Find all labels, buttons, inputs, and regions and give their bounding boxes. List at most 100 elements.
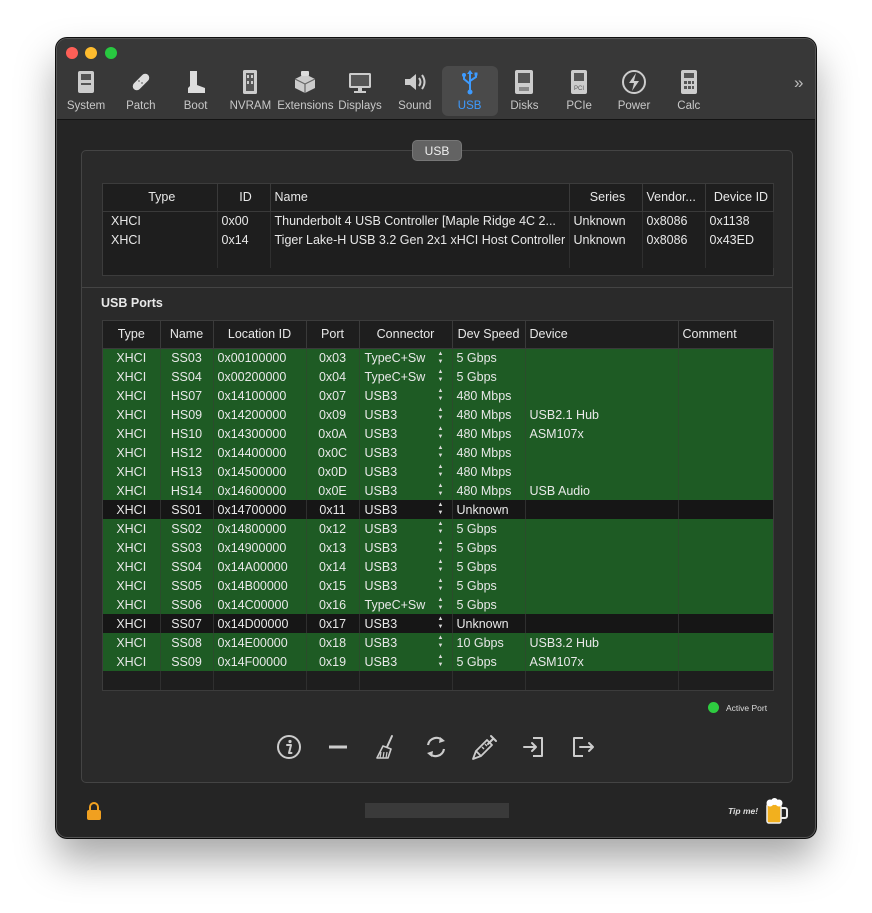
panel-tab-usb: USB [412,140,462,161]
controllers-column-header[interactable]: Series [569,184,643,212]
controllers-column-header[interactable]: Vendor... [642,184,706,212]
toolbar-item-extensions[interactable]: Extensions [277,66,333,116]
controllers-column-header[interactable]: Device ID [705,184,774,212]
connector-select[interactable]: USB3 ▲ ▼ [359,386,453,405]
controllers-column-header[interactable]: Type [103,184,218,212]
ports-column-header[interactable]: Comment [678,321,773,349]
port-device-cell [525,538,679,557]
connector-select[interactable]: TypeC+Sw ▲ ▼ [359,595,453,614]
connector-select[interactable]: USB3 ▲ ▼ [359,405,453,424]
refresh-button[interactable] [422,733,450,761]
usb-port-row[interactable]: XHCI SS09 0x14F00000 0x19 USB3 ▲ ▼ 5 Gbps ASM107… [103,652,773,671]
usb-port-row[interactable]: XHCI SS07 0x14D00000 0x17 USB3 ▲ ▼ Unknown [103,614,773,633]
connector-select[interactable]: USB3 ▲ ▼ [359,424,453,443]
inject-button[interactable] [471,733,499,761]
connector-select[interactable]: USB3 ▲ ▼ [359,614,453,633]
info-button[interactable] [275,733,303,761]
controllers-column-header[interactable]: ID [217,184,271,212]
close-window-button[interactable] [66,47,78,59]
connector-select[interactable]: TypeC+Sw ▲ ▼ [359,348,453,367]
usb-port-row[interactable]: XHCI SS03 0x00100000 0x03 TypeC+Sw ▲ ▼ 5 Gbps [103,348,773,367]
usb-port-row[interactable]: XHCI HS12 0x14400000 0x0C USB3 ▲ ▼ 480 Mbps [103,443,773,462]
toolbar-item-sound[interactable]: Sound [387,66,443,116]
usb-port-row[interactable]: XHCI SS05 0x14B00000 0x15 USB3 ▲ ▼ 5 Gbps [103,576,773,595]
connector-select[interactable]: USB3 ▲ ▼ [359,519,453,538]
zoom-window-button[interactable] [105,47,117,59]
port-comment-cell [678,386,773,405]
import-button[interactable] [520,733,548,761]
toolbar-item-system[interactable]: System [58,66,114,116]
connector-select[interactable]: TypeC+Sw ▲ ▼ [359,367,453,386]
port-device-cell [525,367,679,386]
usb-port-row[interactable]: XHCI SS04 0x14A00000 0x14 USB3 ▲ ▼ 5 Gbps [103,557,773,576]
usb-port-row[interactable]: XHCI HS10 0x14300000 0x0A USB3 ▲ ▼ 480 Mbps ASM1… [103,424,773,443]
port-speed-cell: 480 Mbps [452,462,526,481]
broom-icon [376,735,393,759]
usb-port-row[interactable]: XHCI HS07 0x14100000 0x07 USB3 ▲ ▼ 480 Mbps [103,386,773,405]
toolbar-item-usb[interactable]: USB [441,66,498,116]
ports-column-header[interactable]: Device [525,321,679,349]
connector-select[interactable]: USB3 ▲ ▼ [359,443,453,462]
connector-select[interactable]: USB3 ▲ ▼ [359,576,453,595]
connector-select[interactable]: USB3 ▲ ▼ [359,633,453,652]
port-type-cell: XHCI [103,443,161,462]
ports-column-header[interactable]: Location ID [213,321,307,349]
toolbar-item-displays[interactable]: Displays [332,66,388,116]
usb-port-row[interactable]: XHCI SS08 0x14E00000 0x18 USB3 ▲ ▼ 10 Gbps USB3.… [103,633,773,652]
connector-select[interactable]: USB3 ▲ ▼ [359,500,453,519]
toolbar-item-disks[interactable]: Disks [496,66,552,116]
toolbar-item-power[interactable]: Power [606,66,662,116]
empty-cell [103,249,218,268]
tip-me-label[interactable]: Tip me! [728,806,758,816]
ports-column-header[interactable]: Type [103,321,161,349]
remove-button[interactable] [324,733,352,761]
port-comment-cell [678,348,773,367]
pcie-icon: PCI [565,68,593,96]
ports-column-header[interactable]: Port [306,321,360,349]
port-name-cell: HS07 [160,386,214,405]
connector-select[interactable]: USB3 ▲ ▼ [359,538,453,557]
ports-column-header[interactable]: Name [160,321,214,349]
controllers-column-header[interactable]: Name [270,184,570,212]
usb-port-row[interactable]: XHCI HS13 0x14500000 0x0D USB3 ▲ ▼ 480 Mbps [103,462,773,481]
port-location-cell: 0x14E00000 [213,633,307,652]
toolbar-item-calc[interactable]: Calc [661,66,717,116]
chevron-updown-icon: ▲ ▼ [437,369,444,383]
usb-port-row[interactable]: XHCI HS14 0x14600000 0x0E USB3 ▲ ▼ 480 Mbps USB … [103,481,773,500]
usb-port-row[interactable]: XHCI SS02 0x14800000 0x12 USB3 ▲ ▼ 5 Gbps [103,519,773,538]
toolbar-overflow-chevron-icon[interactable]: » [794,73,803,93]
port-location-cell: 0x14F00000 [213,652,307,671]
minimize-window-button[interactable] [85,47,97,59]
port-device-cell: USB Audio [525,481,679,500]
port-type-cell: XHCI [103,557,161,576]
beer-mug-icon[interactable] [765,797,789,825]
port-port-cell: 0x15 [306,576,360,595]
toolbar-item-nvram[interactable]: NVRAM [222,66,278,116]
connector-select[interactable]: USB3 ▲ ▼ [359,557,453,576]
connector-select[interactable]: USB3 ▲ ▼ [359,481,453,500]
toolbar-item-patch[interactable]: Patch [113,66,169,116]
clear-button[interactable] [373,733,401,761]
usb-port-row[interactable]: XHCI SS04 0x00200000 0x04 TypeC+Sw ▲ ▼ 5 Gbps [103,367,773,386]
chevron-updown-icon: ▲ ▼ [437,521,444,535]
controller-cell: Thunderbolt 4 USB Controller [Maple Ridg… [270,211,570,230]
connector-select[interactable]: USB3 ▲ ▼ [359,462,453,481]
usb-port-row[interactable]: XHCI SS03 0x14900000 0x13 USB3 ▲ ▼ 5 Gbps [103,538,773,557]
port-port-cell: 0x16 [306,595,360,614]
port-comment-cell [678,367,773,386]
connector-select[interactable]: USB3 ▲ ▼ [359,652,453,671]
controller-row[interactable]: XHCI 0x00 Thunderbolt 4 USB Controller [Ma… [103,211,774,230]
toolbar-item-pcie[interactable]: PCI PCIe [551,66,607,116]
toolbar-item-boot[interactable]: Boot [168,66,224,116]
toolbar-item-label: Disks [510,100,539,112]
port-location-cell: 0x14300000 [213,424,307,443]
ports-column-header[interactable]: Dev Speed [452,321,526,349]
empty-cell [359,671,453,690]
usb-port-row[interactable]: XHCI SS06 0x14C00000 0x16 TypeC+Sw ▲ ▼ 5 Gbps [103,595,773,614]
lock-icon[interactable] [86,801,102,821]
controller-row[interactable]: XHCI 0x14 Tiger Lake-H USB 3.2 Gen 2x1 xHC… [103,230,774,249]
export-button[interactable] [569,733,597,761]
usb-port-row[interactable]: XHCI SS01 0x14700000 0x11 USB3 ▲ ▼ Unknown [103,500,773,519]
usb-port-row[interactable]: XHCI HS09 0x14200000 0x09 USB3 ▲ ▼ 480 Mbps USB2… [103,405,773,424]
ports-column-header[interactable]: Connector [359,321,453,349]
